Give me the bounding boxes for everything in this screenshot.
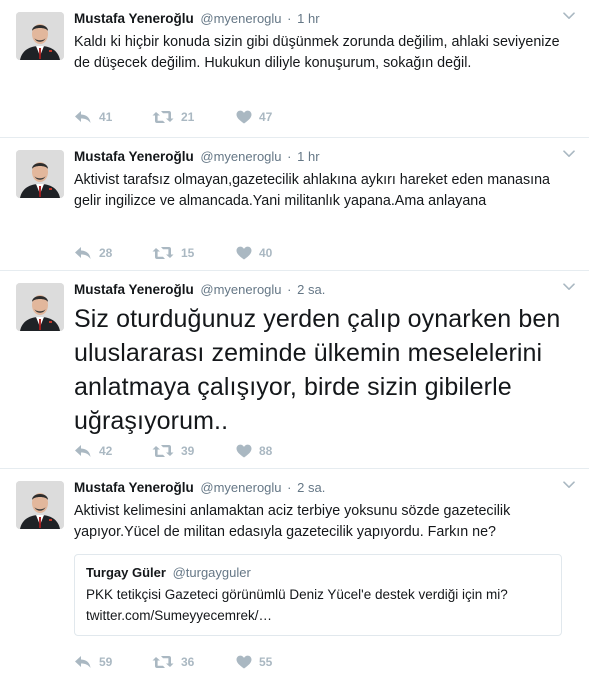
retweet-icon	[152, 246, 174, 260]
quoted-author-fullname: Turgay Güler	[86, 565, 166, 580]
avatar[interactable]	[16, 12, 64, 60]
author-fullname[interactable]: Mustafa Yeneroğlu	[74, 149, 194, 164]
reply-count: 28	[99, 246, 113, 260]
retweet-icon	[152, 655, 174, 669]
tweet-text: Kaldı ki hiçbir konuda sizin gibi düşünm…	[74, 34, 560, 71]
reply-button[interactable]: 59	[74, 655, 152, 669]
retweet-count: 36	[181, 655, 195, 669]
author-username[interactable]: @myeneroglu	[200, 149, 281, 164]
tweet-actions: 41 21 47	[74, 108, 272, 126]
timestamp[interactable]: 1 hr	[297, 149, 319, 164]
separator: ·	[287, 149, 292, 164]
retweet-icon	[152, 110, 174, 124]
tweet-text: Aktivist kelimesini anlamaktan aciz terb…	[74, 503, 511, 540]
reply-icon	[74, 655, 92, 669]
reply-icon	[74, 444, 92, 458]
retweet-count: 21	[181, 110, 195, 124]
author-fullname[interactable]: Mustafa Yeneroğlu	[74, 11, 194, 26]
retweet-icon	[152, 444, 174, 458]
timeline: Mustafa Yeneroğlu @myeneroglu · 1 hr Kal…	[0, 0, 589, 683]
avatar[interactable]	[16, 150, 64, 198]
like-count: 47	[259, 110, 273, 124]
quoted-tweet[interactable]: Turgay Güler @turgayguler PKK tetikçisi …	[74, 554, 562, 636]
like-button[interactable]: 55	[236, 655, 272, 669]
reply-count: 42	[99, 444, 113, 458]
separator: ·	[287, 480, 292, 495]
tweet[interactable]: Mustafa Yeneroğlu @myeneroglu · 1 hr Akt…	[0, 138, 589, 271]
tweet-header: Mustafa Yeneroğlu @myeneroglu · 1 hr	[74, 10, 573, 28]
author-username[interactable]: @myeneroglu	[200, 11, 281, 26]
heart-icon	[236, 246, 252, 260]
reply-button[interactable]: 28	[74, 246, 152, 260]
reply-button[interactable]: 41	[74, 110, 152, 124]
like-button[interactable]: 47	[236, 110, 272, 124]
tweet-text: Siz oturduğunuz yerden çalıp oynarken be…	[74, 305, 561, 435]
heart-icon	[236, 655, 252, 669]
author-fullname[interactable]: Mustafa Yeneroğlu	[74, 282, 194, 297]
tweet-header: Mustafa Yeneroğlu @myeneroglu · 2 sa.	[74, 479, 573, 497]
quoted-author-username: @turgayguler	[172, 565, 251, 580]
retweet-button[interactable]: 39	[152, 444, 236, 458]
chevron-down-icon[interactable]	[563, 481, 575, 489]
author-fullname[interactable]: Mustafa Yeneroğlu	[74, 480, 194, 495]
heart-icon	[236, 444, 252, 458]
reply-icon	[74, 246, 92, 260]
retweet-button[interactable]: 21	[152, 110, 236, 124]
author-username[interactable]: @myeneroglu	[200, 480, 281, 495]
timestamp[interactable]: 1 hr	[297, 11, 319, 26]
separator: ·	[287, 11, 292, 26]
timestamp[interactable]: 2 sa.	[297, 282, 325, 297]
tweet-actions: 59 36 55	[74, 653, 272, 671]
avatar[interactable]	[16, 481, 64, 529]
timestamp[interactable]: 2 sa.	[297, 480, 325, 495]
tweet-actions: 28 15 40	[74, 244, 272, 262]
tweet-text: Aktivist tarafsız olmayan,gazetecilik ah…	[74, 172, 551, 209]
retweet-count: 39	[181, 444, 195, 458]
tweet-header: Mustafa Yeneroğlu @myeneroglu · 1 hr	[74, 148, 573, 166]
tweet[interactable]: Mustafa Yeneroğlu @myeneroglu · 1 hr Kal…	[0, 0, 589, 138]
retweet-button[interactable]: 36	[152, 655, 236, 669]
like-count: 40	[259, 246, 273, 260]
like-count: 55	[259, 655, 273, 669]
retweet-button[interactable]: 15	[152, 246, 236, 260]
separator: ·	[287, 282, 292, 297]
reply-button[interactable]: 42	[74, 444, 152, 458]
tweet-actions: 42 39 88	[74, 442, 272, 460]
avatar[interactable]	[16, 283, 64, 331]
reply-icon	[74, 110, 92, 124]
tweet[interactable]: Mustafa Yeneroğlu @myeneroglu · 2 sa. Si…	[0, 271, 589, 469]
heart-icon	[236, 110, 252, 124]
tweet-header: Mustafa Yeneroğlu @myeneroglu · 2 sa.	[74, 281, 573, 299]
chevron-down-icon[interactable]	[563, 12, 575, 20]
tweet[interactable]: Mustafa Yeneroğlu @myeneroglu · 2 sa. Ak…	[0, 469, 589, 683]
retweet-count: 15	[181, 246, 195, 260]
like-count: 88	[259, 444, 273, 458]
quoted-tweet-text: PKK tetikçisi Gazeteci görünümlü Deniz Y…	[86, 587, 508, 623]
reply-count: 59	[99, 655, 113, 669]
author-username[interactable]: @myeneroglu	[200, 282, 281, 297]
chevron-down-icon[interactable]	[563, 150, 575, 158]
chevron-down-icon[interactable]	[563, 283, 575, 291]
like-button[interactable]: 88	[236, 444, 272, 458]
like-button[interactable]: 40	[236, 246, 272, 260]
reply-count: 41	[99, 110, 113, 124]
quoted-tweet-header: Turgay Güler @turgayguler	[86, 564, 551, 581]
